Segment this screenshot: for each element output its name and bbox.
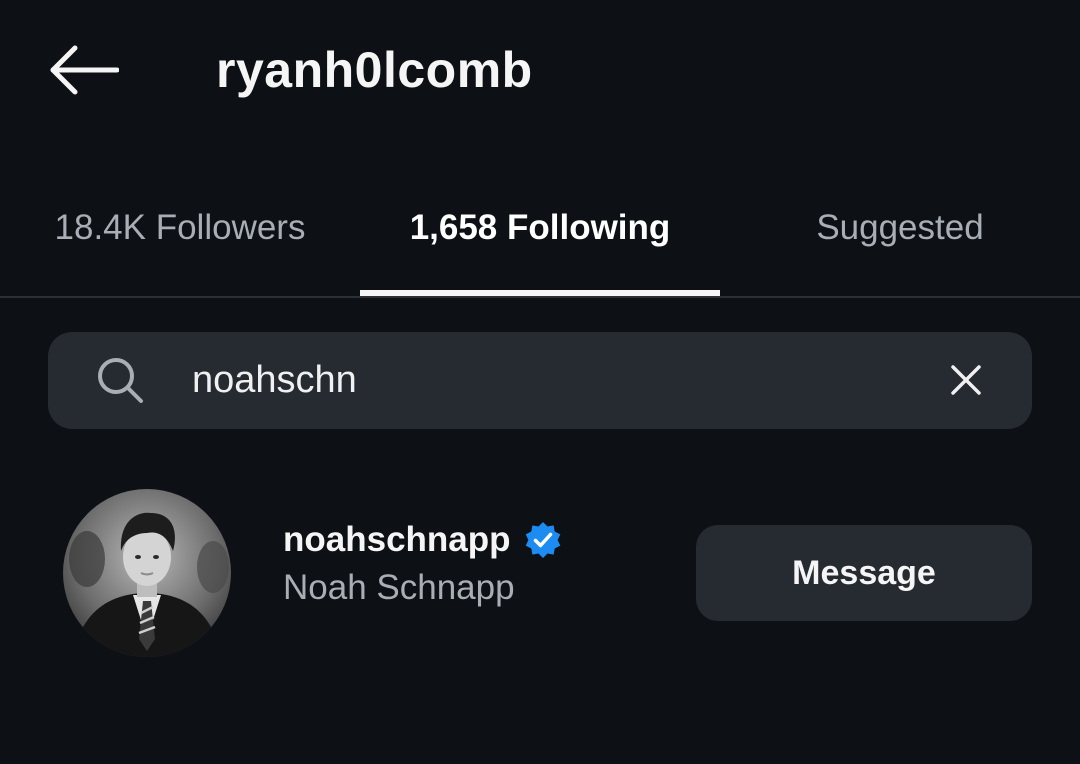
display-name: Noah Schnapp [283, 568, 515, 607]
verified-badge-icon [525, 522, 560, 558]
search-input[interactable] [192, 350, 892, 410]
tab-bar: 18.4K Followers 1,658 Following Suggeste… [0, 180, 1080, 298]
message-button[interactable]: Message [696, 525, 1032, 621]
page-title: ryanh0lcomb [216, 42, 533, 98]
arrow-left-icon [50, 45, 119, 95]
tabs-divider [0, 296, 1080, 298]
username[interactable]: noahschnapp [283, 520, 563, 560]
clear-search-button[interactable] [940, 354, 992, 406]
search-icon [94, 354, 146, 406]
back-button[interactable] [48, 40, 120, 100]
tab-followers[interactable]: 18.4K Followers [0, 180, 360, 276]
avatar[interactable] [63, 489, 231, 657]
close-icon [951, 365, 981, 395]
list-item[interactable]: noahschnapp Noah Schnapp Message [0, 470, 1080, 670]
tab-following[interactable]: 1,658 Following [360, 180, 720, 276]
following-screen: ryanh0lcomb 18.4K Followers 1,658 Follow… [0, 0, 1080, 764]
tab-suggested[interactable]: Suggested [720, 180, 1080, 276]
username-text: noahschnapp [283, 520, 511, 559]
